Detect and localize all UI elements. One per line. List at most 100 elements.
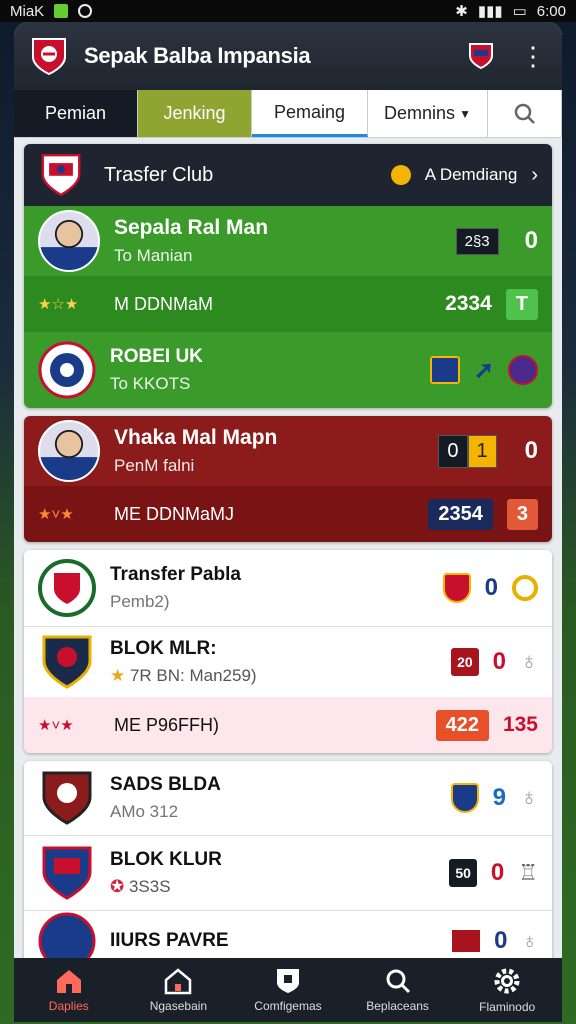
club-name: BLOK KLUR [110, 849, 222, 870]
club-sub-wrap: ★ 7R BN: Man259) [110, 666, 257, 686]
player-stat: M DDNMaM [114, 293, 213, 314]
more-menu-icon[interactable]: ⋮ [520, 43, 546, 69]
player-stat-row: ★☆★ M DDNMaM 2334 T [24, 276, 552, 332]
card-action-label[interactable]: A Demdiang [425, 165, 518, 185]
club-row[interactable]: ROBEI UK To KKOTS ➚ [24, 332, 552, 408]
app-title: Sepak Balba Impansia [84, 43, 311, 68]
search-button[interactable] [488, 90, 562, 137]
nav-settings[interactable]: Flaminodo [452, 958, 562, 1022]
player-position: PenM falni [114, 456, 195, 475]
player-score: 0 [524, 227, 538, 254]
rating-stars-icon: ★˅★ [38, 717, 74, 734]
player-badge: T [505, 288, 538, 320]
trophy-icon: ♁ [520, 648, 538, 675]
club-value-2: 135 [502, 713, 538, 736]
shield-icon [276, 969, 299, 993]
card-title: Trasfer Club [104, 163, 214, 186]
nav-label: Comfigemas [254, 999, 322, 1013]
tab-pemian[interactable]: Pemian [14, 90, 138, 137]
coin-icon [390, 165, 411, 185]
player-value: 2334 [445, 292, 492, 315]
club-score: 0 [492, 648, 506, 675]
club-badge: 50 [449, 859, 477, 887]
club-crest-icon [41, 153, 81, 197]
club-row[interactable]: SADS BLDA AMo 312 9 ♁ [24, 761, 552, 835]
player-name: Sepala Ral Man [114, 216, 269, 239]
nav-label: Beplaceans [366, 999, 429, 1013]
nav-config[interactable]: Comfigemas [233, 958, 343, 1022]
player-card-red: Vhaka Mal Mapn PenM falni 0 1 0 ★˅★ ME D… [24, 416, 552, 542]
tab-demnins[interactable]: Demnins ▼ [368, 90, 488, 137]
battery-icon: ▭ [512, 3, 527, 20]
house-icon [165, 968, 192, 995]
nav-search[interactable]: Beplaceans [343, 958, 453, 1022]
notification-icon [54, 4, 69, 18]
club-badge-icon [452, 930, 481, 952]
club-card: Transfer Pabla Pemb2) 0 BLOK MLR: ★ 7R B… [24, 550, 552, 753]
transfer-list: Trasfer Club A Demdiang › Sepala Ral Man… [14, 138, 562, 985]
club-row[interactable]: Transfer Pabla Pemb2) 0 [24, 550, 552, 626]
gear-icon [494, 968, 520, 994]
club-score: 0 [490, 859, 505, 886]
nav-label: Daplies [48, 999, 89, 1013]
player-avatar [38, 420, 100, 482]
player-row[interactable]: Sepala Ral Man To Manian 2§3 0 [24, 206, 552, 276]
chevron-right-icon[interactable]: › [531, 164, 538, 187]
signal-icon: ▮▮▮ [477, 3, 503, 20]
nav-label: Flaminodo [479, 1000, 536, 1014]
player-stat-row: ★˅★ ME DDNMaMJ 2354 3 [24, 486, 552, 542]
score-box: 0 [438, 434, 468, 468]
bottom-nav: Daplies Ngasebain Comfigemas Beplaceans … [14, 958, 562, 1022]
club-crest-small-icon [508, 355, 538, 385]
club-row[interactable]: BLOK KLUR ✪ 3S3S 50 0 ♖ [24, 836, 552, 910]
club-score: 0 [484, 574, 498, 601]
club-sub: Pemb2) [110, 592, 170, 611]
arrow-icon: ➚ [473, 356, 494, 384]
score-box-2: 1 [467, 434, 497, 468]
club-name: IIURS PAVRE [110, 930, 229, 951]
badge-icon: ✪ [110, 877, 129, 896]
club-crest-icon [38, 559, 96, 617]
trophy-icon [512, 575, 538, 601]
status-time: 6:00 [536, 2, 566, 20]
club-name: ROBEI UK [110, 346, 203, 367]
app-logo [32, 38, 66, 76]
club-name: BLOK MLR: [110, 638, 217, 659]
player-avatar [38, 210, 100, 272]
player-name: Vhaka Mal Mapn [114, 426, 278, 449]
player-row[interactable]: Vhaka Mal Mapn PenM falni 0 1 0 [24, 416, 552, 486]
app-window: Sepak Balba Impansia ⋮ Pemian Jenking Pe… [14, 22, 562, 1022]
club-stat-row: ★˅★ ME P96FFH) 422 135 [24, 697, 552, 753]
club-score: 0 [494, 927, 508, 954]
club-crest-icon [42, 635, 92, 689]
club-card: SADS BLDA AMo 312 9 ♁ BLOK KLUR ✪ 3S3S 5… [24, 761, 552, 971]
club-name: SADS BLDA [110, 774, 221, 795]
transfer-club-card: Trasfer Club A Demdiang › Sepala Ral Man… [24, 144, 552, 408]
tab-demnins-label: Demnins [384, 103, 456, 123]
star-icon: ★ [110, 666, 130, 685]
club-crest-small-icon [450, 783, 479, 813]
club-crest-icon [42, 771, 92, 825]
tab-jenking[interactable]: Jenking [138, 90, 252, 137]
bluetooth-icon: ✱ [455, 3, 468, 20]
nav-club[interactable]: Ngasebain [124, 958, 234, 1022]
nav-label: Ngasebain [149, 999, 208, 1013]
club-crest-small-icon [442, 573, 471, 603]
club-sub: To KKOTS [110, 374, 191, 393]
club-stat: ME P96FFH) [114, 714, 220, 735]
trophy-icon: ♁ [521, 928, 539, 953]
club-score: 9 [492, 784, 506, 811]
app-bar: Sepak Balba Impansia ⋮ [14, 22, 562, 90]
card-header: Trasfer Club A Demdiang › [24, 144, 552, 206]
status-bar: MiaK ✱ ▮▮▮ ▭ 6:00 [0, 0, 576, 22]
chevron-down-icon: ▼ [459, 106, 471, 121]
tab-pemaing[interactable]: Pemaing [252, 90, 368, 137]
club-row[interactable]: BLOK MLR: ★ 7R BN: Man259) 20 0 ♁ [24, 627, 552, 697]
club-sub: AMo 312 [110, 802, 179, 821]
club-crest-icon [38, 341, 96, 399]
nav-home[interactable]: Daplies [14, 958, 124, 1022]
rating-stars-icon: ★˅★ [38, 506, 74, 523]
club-badge: 20 [451, 648, 479, 676]
profile-badge-icon[interactable] [468, 42, 494, 70]
home-icon [56, 970, 81, 993]
